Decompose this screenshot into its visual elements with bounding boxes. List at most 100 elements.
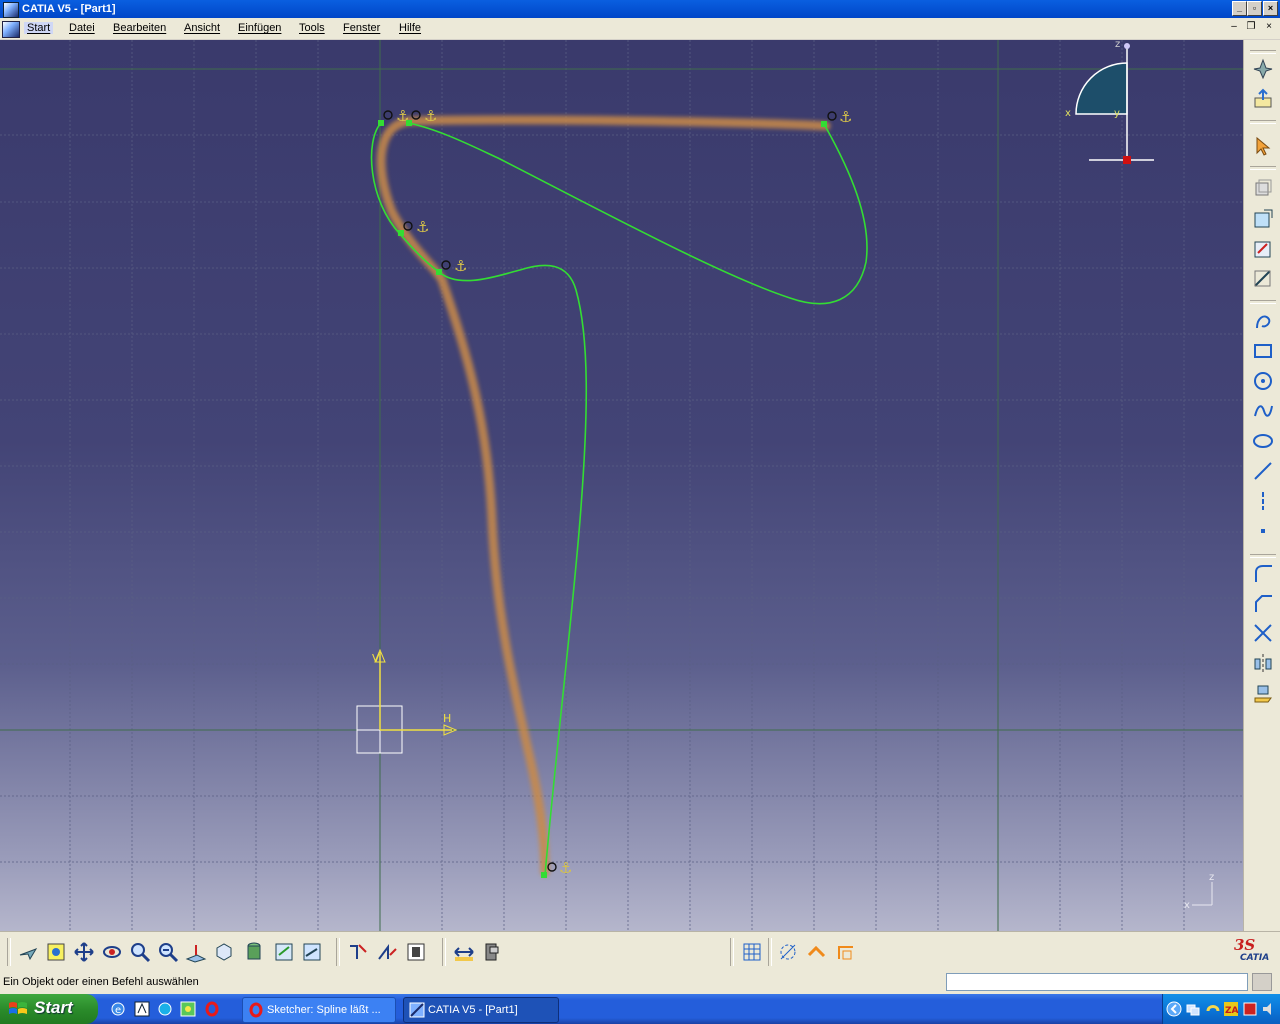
sketch-analysis-icon[interactable] [347,940,369,964]
rotate-icon[interactable] [101,940,123,964]
animate-constraint-icon[interactable] [405,940,427,964]
hide-show-icon[interactable] [273,940,295,964]
geometric-constraints-icon[interactable] [835,940,857,964]
quicklaunch-app-icon[interactable] [134,1001,150,1017]
pan-icon[interactable] [73,940,95,964]
speaker-icon[interactable] [1261,1001,1277,1017]
profile-icon[interactable] [1252,310,1274,332]
measure-icon[interactable] [453,940,475,964]
compass-y-label: y [1114,108,1120,119]
svg-text:⚓: ⚓ [839,108,852,126]
apply-material-icon[interactable] [481,940,503,964]
menu-start[interactable]: Start [24,22,54,34]
corner-axis-indicator: z x [1184,872,1214,911]
spline-control-points[interactable] [378,120,827,878]
exit-workbench-icon[interactable] [1252,88,1274,110]
mdi-restore-button[interactable]: ❐ [1244,21,1258,33]
zonealarm-icon[interactable]: ZA [1223,1001,1239,1017]
spline-curve[interactable] [370,122,868,876]
toolbar-separator [336,938,340,966]
h-axis-label: H [443,712,451,725]
svg-text:⚓: ⚓ [416,218,429,236]
axis-icon[interactable] [1252,490,1274,512]
sketch-analysis-icon[interactable] [1252,268,1274,290]
fly-mode-icon[interactable] [1252,58,1274,80]
corner-icon[interactable] [1252,562,1274,584]
catia-brand-label: CATIA [1240,953,1270,963]
maximize-button[interactable]: ▫ [1247,1,1262,16]
svg-text:⚓: ⚓ [559,859,572,877]
menu-ansicht[interactable]: Ansicht [184,22,220,34]
rectangle-icon[interactable] [1252,340,1274,362]
sketch-major-grid [0,40,1243,931]
sketch-canvas[interactable]: ⚓ ⚓ ⚓⚓ ⚓⚓ V H z x y z x [0,40,1243,931]
command-input[interactable] [946,973,1248,991]
catia-app-icon [409,1002,425,1018]
grid-icon[interactable] [741,940,763,964]
taskbar-item-label: CATIA V5 - [Part1] [428,1004,518,1016]
snap-point-icon[interactable] [777,940,799,964]
menu-tools[interactable]: Tools [299,22,325,34]
fly-icon[interactable] [17,940,39,964]
menu-bearbeiten[interactable]: Bearbeiten [113,22,166,34]
project-3d-icon[interactable] [1252,682,1274,704]
highlighted-stroke [376,115,831,877]
chamfer-icon[interactable] [1252,592,1274,614]
quick-view-icon[interactable] [213,940,235,964]
line-icon[interactable] [1252,460,1274,482]
toolbar-separator [1250,120,1276,124]
corner-z-label: z [1209,872,1214,883]
svg-text:ZA: ZA [1225,1006,1239,1016]
taskbar-item[interactable]: Sketcher: Spline läßt ... [242,997,396,1023]
toolbar-separator [730,938,734,966]
toolbar-separator [1250,554,1276,558]
svg-text:⚓: ⚓ [396,107,409,125]
swap-space-icon[interactable] [301,940,323,964]
point-icon[interactable] [1252,520,1274,542]
compass-x-label: x [1065,108,1071,119]
spline-icon[interactable] [1252,400,1274,422]
catia-app-icon[interactable] [3,2,19,18]
phone-icon[interactable] [1205,1001,1221,1017]
menu-einfuegen[interactable]: Einfügen [238,22,281,34]
ie-icon[interactable]: e [110,1001,126,1017]
taskbar-item-active[interactable]: CATIA V5 - [Part1] [403,997,559,1023]
mdi-minimize-button[interactable]: – [1227,21,1241,33]
minimize-button[interactable]: _ [1232,1,1247,16]
menu-fenster[interactable]: Fenster [343,22,380,34]
sketch-profile-icon[interactable] [1252,177,1274,199]
antivirus-icon[interactable] [1242,1001,1258,1017]
tray-expand-icon[interactable] [1166,1001,1182,1017]
document-icon[interactable] [2,21,20,38]
profile-feature-icon[interactable] [1252,238,1274,260]
start-label: Start [34,998,73,1017]
sketcher-toolbar [1243,40,1280,931]
opera-icon[interactable] [204,1001,220,1017]
output-feature-icon[interactable] [1252,208,1274,230]
render-style-icon[interactable] [243,940,265,964]
menu-datei[interactable]: Datei [69,22,95,34]
fit-all-icon[interactable] [45,940,67,964]
constraint-icon[interactable] [376,940,398,964]
browser-icon[interactable] [157,1001,173,1017]
sketch-viewport[interactable]: ⚓ ⚓ ⚓ ⚓ ⚓ ⚓ V H z x y z x [0,40,1243,931]
command-button[interactable] [1252,973,1272,991]
mdi-close-button[interactable]: × [1262,21,1276,33]
compass-icon[interactable]: z x y [1065,40,1154,164]
start-button[interactable]: Start [0,994,98,1024]
select-icon[interactable] [1252,135,1274,157]
trim-icon[interactable] [1252,622,1274,644]
toolbar-separator [1250,50,1276,54]
media-icon[interactable] [180,1001,196,1017]
circle-icon[interactable] [1252,370,1274,392]
menu-hilfe[interactable]: Hilfe [399,22,421,34]
ellipse-icon[interactable] [1252,430,1274,452]
mirror-icon[interactable] [1252,652,1274,674]
compass-z-label: z [1115,40,1120,50]
close-button[interactable]: × [1263,1,1278,16]
construction-icon[interactable] [806,940,828,964]
normal-view-icon[interactable] [185,940,207,964]
zoom-out-icon[interactable] [157,940,179,964]
network-icon[interactable] [1185,1001,1201,1017]
zoom-in-icon[interactable] [129,940,151,964]
